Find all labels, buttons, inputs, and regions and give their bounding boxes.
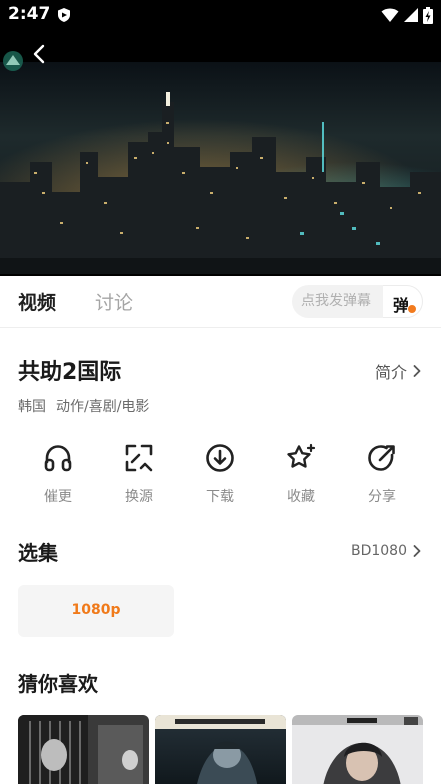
video-frame[interactable] xyxy=(0,62,441,274)
tab-video[interactable]: 视频 xyxy=(18,288,56,315)
status-time: 2:47 xyxy=(8,4,51,24)
back-button[interactable] xyxy=(28,42,52,66)
switch-source-icon xyxy=(125,444,153,472)
cellular-signal-icon xyxy=(404,8,418,22)
action-bar: 催更 换源 下载 收藏 分享 xyxy=(0,442,441,512)
channel-logo-icon xyxy=(3,51,23,71)
star-icon xyxy=(287,443,316,468)
share-label: 分享 xyxy=(368,489,396,505)
favorite-button[interactable]: 收藏 xyxy=(270,442,332,508)
danmu-status-dot xyxy=(407,304,417,314)
danmu-box: 弹 xyxy=(292,285,423,318)
recommend-poster-1[interactable] xyxy=(18,715,149,784)
content-tabs: 视频 讨论 弹 xyxy=(0,276,441,328)
switch-source-label: 换源 xyxy=(125,489,153,505)
share-icon xyxy=(368,445,395,471)
switch-source-button[interactable]: 换源 xyxy=(108,442,170,508)
battery-charging-icon xyxy=(423,6,433,24)
danmu-toggle-button[interactable]: 弹 xyxy=(383,285,423,318)
shield-app-icon xyxy=(58,8,70,22)
episode-chip-label: 1080p xyxy=(71,602,121,618)
chevron-right-icon xyxy=(413,365,421,377)
download-button[interactable]: 下载 xyxy=(189,442,251,508)
recommend-poster-2[interactable] xyxy=(155,715,286,784)
tab-discuss[interactable]: 讨论 xyxy=(95,288,133,315)
headphones-icon xyxy=(44,445,72,472)
wifi-icon xyxy=(381,8,399,22)
download-label: 下载 xyxy=(206,489,234,505)
intro-button[interactable]: 简介 xyxy=(375,359,421,383)
movie-region: 韩国 xyxy=(18,399,46,415)
movie-genres: 动作/喜剧/电影 xyxy=(56,399,150,415)
movie-meta: 韩国 动作/喜剧/电影 xyxy=(18,396,149,416)
share-button[interactable]: 分享 xyxy=(351,442,413,508)
episodes-title: 选集 xyxy=(18,541,58,565)
recommend-title: 猜你喜欢 xyxy=(18,672,98,696)
danmu-input[interactable] xyxy=(301,293,377,309)
episodes-source-button[interactable]: BD1080 xyxy=(351,543,421,559)
status-icons xyxy=(381,6,433,24)
episode-chip-1080p[interactable]: 1080p xyxy=(18,585,174,637)
video-player[interactable] xyxy=(0,30,441,276)
chevron-right-icon xyxy=(413,545,421,557)
danmu-toggle-label: 弹 xyxy=(393,296,410,315)
episodes-source-label: BD1080 xyxy=(350,543,407,559)
urge-update-label: 催更 xyxy=(44,489,72,505)
intro-label: 简介 xyxy=(374,363,407,382)
urge-update-button[interactable]: 催更 xyxy=(27,442,89,508)
status-bar: 2:47 xyxy=(0,0,441,30)
recommend-poster-3[interactable] xyxy=(292,715,423,784)
download-icon xyxy=(206,444,234,472)
page-title: 共助2国际 xyxy=(18,360,122,385)
favorite-label: 收藏 xyxy=(287,489,315,505)
